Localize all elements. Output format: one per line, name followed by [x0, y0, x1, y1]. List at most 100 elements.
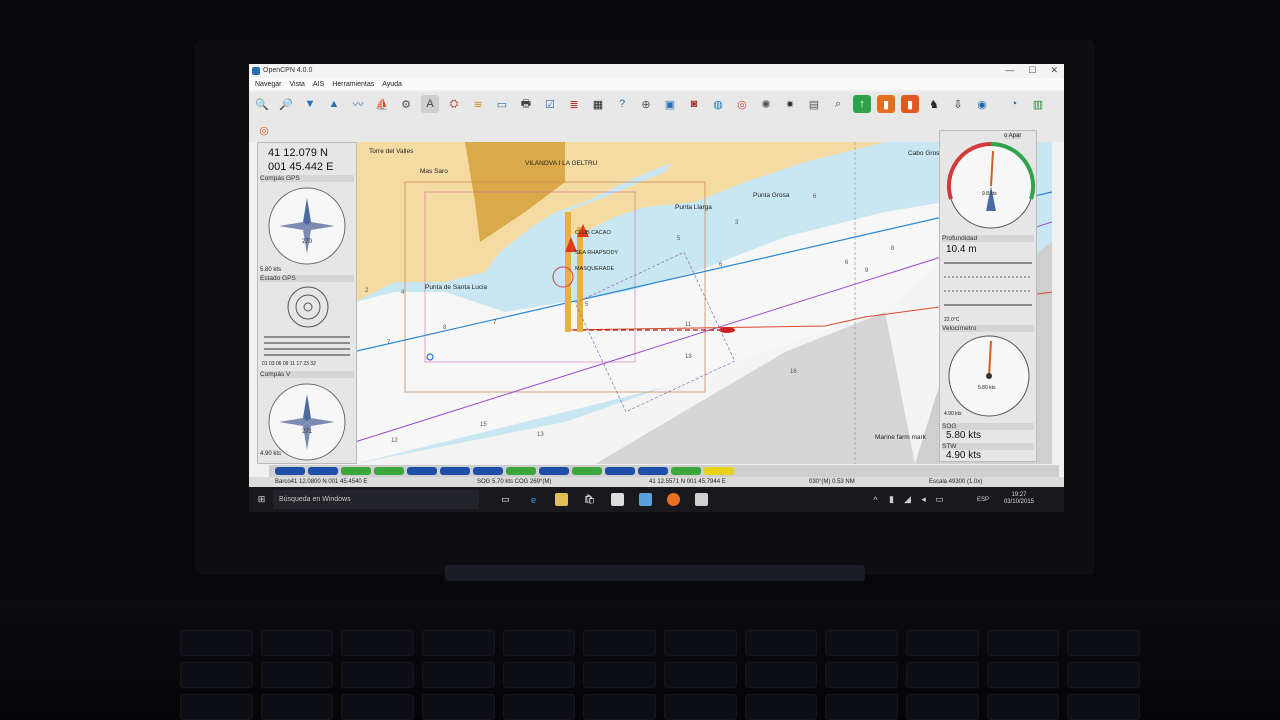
chart-quilt-pill[interactable] — [341, 467, 371, 475]
chart-quilt-pill[interactable] — [275, 467, 305, 475]
depth-sounding: 6 — [845, 260, 849, 266]
depth-sounding: 16 — [790, 369, 797, 375]
print-icon[interactable]: 🖶 — [517, 95, 535, 113]
gps-status-title: Estado GPS — [260, 275, 354, 282]
download-icon[interactable]: ⇩ — [949, 95, 967, 113]
chart-quilt-pill[interactable] — [374, 467, 404, 475]
help-icon[interactable]: ? — [613, 95, 631, 113]
compass-v-title: Compás V — [260, 371, 354, 378]
zoom-in-icon[interactable]: 🔍 — [253, 95, 271, 113]
taskbar-search-box[interactable]: Búsqueda en Windows — [273, 490, 479, 509]
settings-icon[interactable]: ⚙ — [397, 95, 415, 113]
label-cabo: Cabo Gros — [908, 150, 940, 157]
battery-icon[interactable]: ▮ — [885, 493, 898, 506]
compass-tool-icon[interactable]: ◔ — [1005, 95, 1023, 113]
chart-quilt-pill[interactable] — [473, 467, 503, 475]
ais-icon[interactable]: ⛭ — [445, 95, 463, 113]
signal-icon[interactable]: ▥ — [1029, 95, 1047, 113]
chart-quilt-pill[interactable] — [638, 467, 668, 475]
photos-icon[interactable] — [639, 493, 652, 506]
app-icon[interactable] — [611, 493, 624, 506]
upload-icon[interactable]: ↑ — [853, 95, 871, 113]
stw-value: 4.90 kts — [946, 450, 982, 461]
volume-icon[interactable]: ◂ — [917, 493, 930, 506]
scale-out-icon[interactable]: ▲ — [325, 95, 343, 113]
task-view-icon[interactable]: ▭ — [499, 493, 512, 506]
chart-quilt-pill[interactable] — [605, 467, 635, 475]
opencpn-taskbar-icon[interactable] — [695, 493, 708, 506]
language-indicator[interactable]: ESP — [977, 497, 989, 503]
lifebuoy-icon[interactable]: ◎ — [733, 95, 751, 113]
pier-2 — [577, 227, 583, 332]
ais-label-1: CLUB CACAO — [575, 230, 611, 236]
lifebuoy-small-icon[interactable]: ◎ — [255, 121, 273, 139]
nav-mode-icon[interactable]: ▦ — [589, 95, 607, 113]
depth-sounding: 8 — [443, 325, 447, 331]
globe-icon[interactable]: ◉ — [973, 95, 991, 113]
ais-label-3: MASQUERADE — [575, 266, 615, 272]
current-icon[interactable]: ▭ — [493, 95, 511, 113]
weather-icon[interactable]: ◍ — [709, 95, 727, 113]
status-bar: Barco41 12.0800 N 001 45.4540 E SOG 5.70… — [249, 477, 1064, 487]
search-icon[interactable]: ⌕ — [829, 95, 847, 113]
route-icon[interactable]: 〰 — [349, 95, 367, 113]
text-icon[interactable]: A — [421, 95, 439, 113]
dashboard-icon[interactable]: ▣ — [661, 95, 679, 113]
pier — [565, 212, 571, 332]
crosshair-icon[interactable]: ⊕ — [637, 95, 655, 113]
chart-quilt-pill[interactable] — [440, 467, 470, 475]
chart-quilt-pill[interactable] — [308, 467, 338, 475]
chart-quilt-pill[interactable] — [407, 467, 437, 475]
edge-icon[interactable]: e — [527, 493, 540, 506]
status-cursor: 41 12.5571 N 001 45.7944 E — [649, 479, 726, 485]
maximize-button[interactable]: ☐ — [1028, 65, 1036, 76]
scale-in-icon[interactable]: ▼ — [301, 95, 319, 113]
main-toolbar: 🔍 🔎 ▼ ▲ 〰 ⛵ ⚙ A ⛭ ≋ ▭ 🖶 ☑ ≣ ▦ ? ⊕ ▣ ◙ ◍ … — [249, 92, 1064, 118]
radar-icon[interactable]: ✺ — [757, 95, 775, 113]
helm-icon[interactable]: ✷ — [781, 95, 799, 113]
minimize-button[interactable]: — — [1005, 65, 1014, 76]
chart-quilt-pill[interactable] — [671, 467, 701, 475]
stw-small-right: 4.90 kts — [944, 411, 962, 417]
stw-small-value: 4.90 kts — [260, 451, 282, 457]
close-button[interactable]: ✕ — [1050, 65, 1058, 76]
firefox-icon[interactable] — [667, 493, 680, 506]
orange-tool-icon[interactable]: ▮ — [877, 95, 895, 113]
depth-sounding: 5 — [677, 236, 681, 242]
chart-quilt-pill[interactable] — [539, 467, 569, 475]
tray-chevron-icon[interactable]: ^ — [869, 493, 882, 506]
zoom-out-icon[interactable]: 🔎 — [277, 95, 295, 113]
menu-navegar[interactable]: Navegar — [255, 81, 281, 88]
explorer-icon[interactable] — [555, 493, 568, 506]
tide-icon[interactable]: ≋ — [469, 95, 487, 113]
menu-ais[interactable]: AIS — [313, 81, 324, 88]
store-icon[interactable]: 🛍 — [583, 493, 596, 506]
taskbar-clock[interactable]: 19:27 03/10/2015 — [1004, 492, 1034, 506]
chart-quilt-pill[interactable] — [506, 467, 536, 475]
label-town: VILANOVA I LA GELTRU — [525, 160, 598, 167]
speedometer-value: 5.80 kts — [978, 385, 996, 391]
route-manager-icon[interactable]: ☑ — [541, 95, 559, 113]
latitude-value: 41 12.079 N — [268, 147, 328, 159]
menu-ayuda[interactable]: Ayuda — [382, 81, 402, 88]
chart-quilt-pill[interactable] — [572, 467, 602, 475]
menu-vista[interactable]: Vista — [289, 81, 304, 88]
status-scale: Escala 49300 (1.0x) — [929, 479, 983, 485]
menu-herramientas[interactable]: Herramientas — [332, 81, 374, 88]
boat-follow-icon[interactable]: ⛵ — [373, 95, 391, 113]
log-icon[interactable]: ▤ — [805, 95, 823, 113]
notifications-icon[interactable]: ▭ — [933, 493, 946, 506]
window-title: OpenCPN 4.0.0 — [263, 67, 313, 74]
track-icon[interactable]: ≣ — [565, 95, 583, 113]
chart-quilt-pill[interactable] — [704, 467, 734, 475]
orange-tool2-icon[interactable]: ▮ — [901, 95, 919, 113]
depth-sounding: 4 — [401, 290, 405, 296]
compass-gps-title: Compás GPS — [260, 175, 354, 182]
own-ship[interactable] — [719, 327, 735, 333]
dog-icon[interactable]: ♞ — [925, 95, 943, 113]
depth-sounding: 7 — [387, 340, 391, 346]
nautical-chart[interactable]: Torre del Valles Mas Saro VILANOVA I LA … — [265, 142, 1052, 464]
windows-start-icon[interactable]: ⊞ — [255, 493, 268, 506]
mob-icon[interactable]: ◙ — [685, 95, 703, 113]
network-icon[interactable]: ◢ — [901, 493, 914, 506]
